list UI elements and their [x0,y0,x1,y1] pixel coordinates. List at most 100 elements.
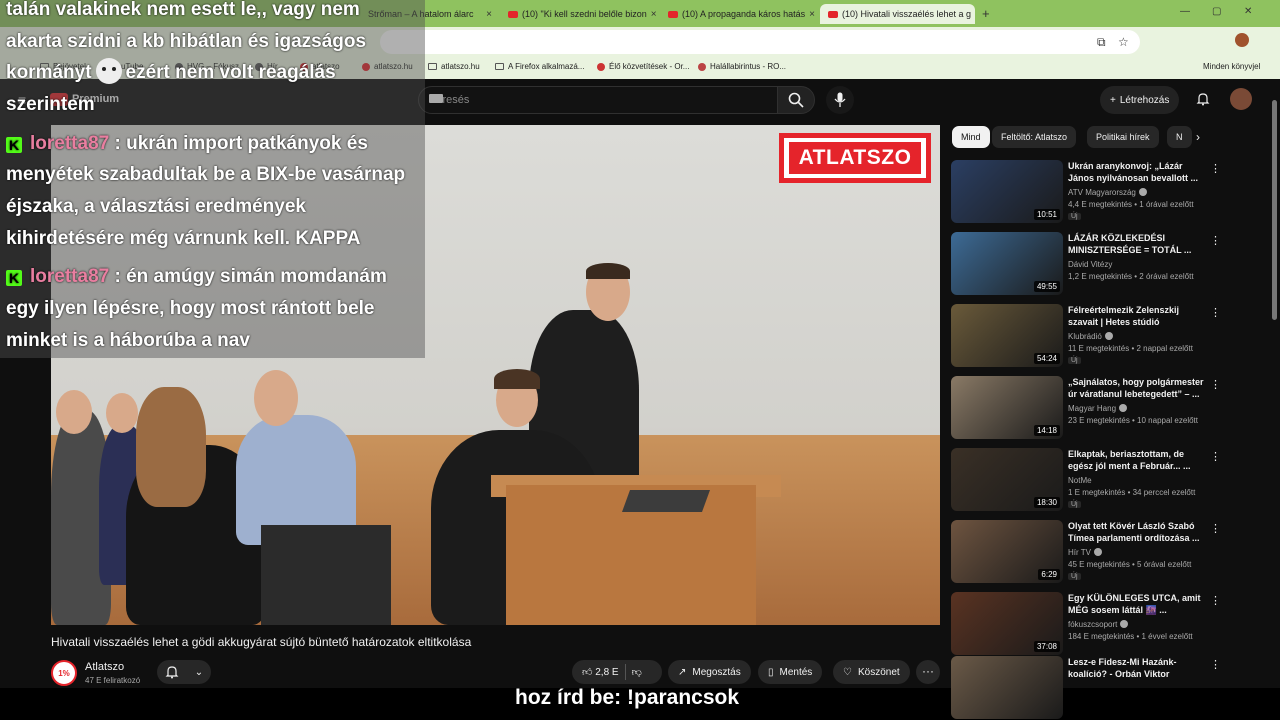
recommended-video-title[interactable]: Olyat tett Kövér László Szabó Tímea parl… [1068,520,1206,544]
recommended-channel[interactable]: NotMe [1068,476,1092,485]
more-vert-icon[interactable]: ⋮ [1210,450,1221,463]
recommended-video[interactable]: 14:18 „Sajnálatos, hogy polgármester úr v… [951,376,1263,440]
heart-dollar-icon: ♡ [843,666,852,678]
bookmark[interactable]: Halállabirintus - RO... [698,62,786,71]
search-button[interactable] [777,86,815,114]
chat-username: loretta87 [30,266,110,287]
scrollbar-thumb[interactable] [1272,100,1277,320]
create-button[interactable]: + Létrehozás [1100,86,1180,114]
new-tab-button[interactable]: + [982,6,990,21]
close-icon[interactable]: × [651,9,657,20]
all-bookmarks[interactable]: Minden könyvjel [1203,62,1260,71]
site-favicon-icon [698,62,706,71]
browser-tab[interactable]: (10) A propaganda káros hatás × [660,4,820,24]
recommended-video-title[interactable]: Ukrán aranykonvoj: „Lázár János nyilváno… [1068,160,1206,184]
recommended-channel[interactable]: ATV Magyarország [1068,188,1147,197]
notifications-bell-icon[interactable] [1196,92,1210,106]
bookmark[interactable]: Élő közvetítések - Or... [597,62,689,71]
chat-message-line: menyétek szabadultak be a BIX-be vasárna… [6,164,406,185]
channel-label: Klubrádió [1068,332,1102,341]
channel-name[interactable]: Atlatszo [85,661,124,673]
recommended-video[interactable]: 18:30 Elkaptak, beriasztottam, de egész j… [951,448,1263,512]
chat-text: kormányt [6,62,92,83]
cast-icon[interactable]: ⧉ [1097,35,1106,50]
recommended-video-title[interactable]: Egy KÜLÖNLEGES UTCA, amit MÉG sosem látt… [1068,592,1206,616]
chevron-right-icon[interactable]: › [1196,130,1200,144]
search-input[interactable]: Keresés [418,86,778,114]
more-vert-icon[interactable]: ⋮ [1210,658,1221,671]
thanks-button[interactable]: ♡ Köszönet [833,660,910,684]
recommended-channel[interactable]: Hír TV [1068,548,1102,557]
video-thumbnail[interactable]: 54:24 [951,304,1063,367]
recommended-video[interactable]: Lesz-e Fidesz-Mi Hazánk-koalíció? - Orbá… [951,656,1263,720]
video-hair [586,263,630,279]
close-window-icon[interactable]: ✕ [1244,6,1252,17]
more-vert-icon[interactable]: ⋮ [1210,162,1221,175]
recommended-channel[interactable]: Klubrádió [1068,332,1113,341]
maximize-icon[interactable]: ▢ [1212,6,1221,17]
more-vert-icon[interactable]: ⋮ [1210,234,1221,247]
browser-tab-active[interactable]: (10) Hivatali visszaélés lehet a g × [820,4,975,24]
video-thumbnail[interactable]: 37:08 [951,592,1063,655]
subscription-notifications-button[interactable]: ⌄ [157,660,211,684]
recommended-video-title[interactable]: Félreértelmezik Zelenszkij szavait | Het… [1068,304,1206,328]
recommended-video[interactable]: 37:08 Egy KÜLÖNLEGES UTCA, amit MÉG sosem… [951,592,1263,656]
channel-avatar[interactable]: 1% [51,660,77,686]
dislike-button[interactable]: 👎︎ [632,666,642,678]
chip-all[interactable]: Mind [952,126,990,148]
like-count: 2,8 E [595,667,619,678]
video-title: Hivatali visszaélés lehet a gödi akkugyá… [51,635,472,649]
video-meta: 45 E megtekintés • 5 órával ezelőtt [1068,560,1192,569]
recommended-video-title[interactable]: „Sajnálatos, hogy polgármester úr váratl… [1068,376,1206,400]
more-actions-button[interactable]: ··· [916,660,940,684]
recommended-channel[interactable]: fókuszcsoport [1068,620,1129,629]
recommended-video-title[interactable]: Lesz-e Fidesz-Mi Hazánk-koalíció? - Orbá… [1068,656,1206,680]
chip-political-news[interactable]: Politikai hírek [1087,126,1159,148]
recommended-channel[interactable]: Dávid Vitézy [1068,260,1112,269]
browser-tab[interactable]: (10) "Ki kell szedni belőle bizon × [500,4,660,24]
profile-avatar[interactable] [1235,33,1249,47]
video-person-head [254,370,298,426]
more-vert-icon[interactable]: ⋮ [1210,378,1221,391]
atlatszo-watermark-logo: ATLATSZO [779,133,931,183]
recommended-video[interactable]: 54:24 Félreértelmezik Zelenszkij szavait … [951,304,1263,368]
video-thumbnail[interactable]: 6:29 [951,520,1063,583]
like-button[interactable]: 👍︎ 2,8 E [582,666,619,678]
chat-message-line: szerintem [6,94,95,115]
close-icon[interactable]: × [486,9,492,20]
divider [624,664,626,680]
channel-label: NotMe [1068,476,1092,485]
recommended-video[interactable]: 10:51 Ukrán aranykonvoj: „Lázár János nyi… [951,160,1263,224]
chip-uploader[interactable]: Feltöltő: Atlatszo [992,126,1077,148]
chip-more[interactable]: N [1167,126,1192,148]
recommended-video-title[interactable]: LÁZÁR KÖZLEKEDÉSI MINISZTERSÉGE = TOTÁL … [1068,232,1206,256]
video-thumbnail[interactable]: 14:18 [951,376,1063,439]
bookmark-label: atlatszo.hu [441,62,480,71]
save-button[interactable]: ▯ Mentés [758,660,823,684]
account-avatar[interactable] [1230,88,1252,110]
recommended-video[interactable]: 49:55 LÁZÁR KÖZLEKEDÉSI MINISZTERSÉGE = T… [951,232,1263,296]
share-button[interactable]: ↗ Megosztás [668,660,751,684]
new-badge: Új [1068,573,1081,580]
voice-search-button[interactable] [826,86,854,114]
bookmark[interactable]: atlatszo.hu [428,62,480,71]
more-vert-icon[interactable]: ⋮ [1210,594,1221,607]
folder-icon [428,63,437,70]
minimize-icon[interactable]: — [1180,6,1190,17]
video-thumbnail[interactable]: 10:51 [951,160,1063,223]
close-icon[interactable]: × [809,9,815,20]
recommended-video-title[interactable]: Elkaptak, beriasztottam, de egész jól me… [1068,448,1206,472]
bookmark-star-icon[interactable]: ☆ [1118,35,1129,49]
keyboard-icon[interactable] [429,94,443,103]
more-vert-icon[interactable]: ⋮ [1210,306,1221,319]
video-thumbnail[interactable]: 18:30 [951,448,1063,511]
subscriber-count: 47 E feliratkozó [85,676,141,685]
video-thumbnail[interactable] [951,656,1063,719]
more-vert-icon[interactable]: ⋮ [1210,522,1221,535]
bookmark[interactable]: A Firefox alkalmazá... [495,62,584,71]
bookmark-label: Halállabirintus - RO... [710,62,787,71]
address-bar[interactable] [380,30,1140,54]
recommended-channel[interactable]: Magyar Hang [1068,404,1128,413]
video-thumbnail[interactable]: 49:55 [951,232,1063,295]
recommended-video[interactable]: 6:29 Olyat tett Kövér László Szabó Tímea … [951,520,1263,584]
